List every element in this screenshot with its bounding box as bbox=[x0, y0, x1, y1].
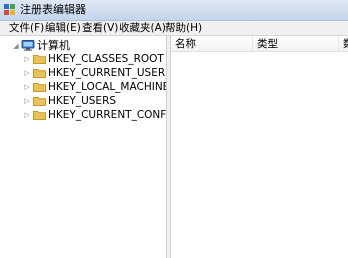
tree-item-label: HKEY_USERS bbox=[48, 95, 117, 107]
title-bar: 注册表编辑器 bbox=[0, 0, 348, 21]
tree-pane[interactable]: ◢ 计算机 ▷ HKEY_CLASSES_ROOT ▷ HKEY_CURRENT… bbox=[0, 36, 167, 258]
expand-arrow-icon[interactable]: ▷ bbox=[23, 66, 31, 80]
folder-icon bbox=[33, 55, 46, 64]
tree-item-label: HKEY_CURRENT_CONFIG bbox=[48, 109, 167, 121]
registry-editor-icon bbox=[4, 4, 15, 15]
window-title: 注册表编辑器 bbox=[20, 3, 86, 16]
value-list-pane[interactable]: 名称 类型 数 bbox=[171, 36, 348, 258]
collapse-arrow-icon[interactable]: ◢ bbox=[12, 39, 20, 53]
folder-icon bbox=[33, 83, 46, 92]
menu-bar: 文件(F) 编辑(E) 查看(V) 收藏夹(A) 帮助(H) bbox=[0, 21, 348, 36]
tree-item-label: HKEY_CLASSES_ROOT bbox=[48, 53, 164, 65]
folder-icon bbox=[33, 111, 46, 120]
tree-item-label: 计算机 bbox=[37, 39, 70, 52]
tree-item-label: HKEY_CURRENT_USER bbox=[48, 67, 166, 79]
column-header-type[interactable]: 类型 bbox=[253, 36, 339, 52]
menu-view[interactable]: 查看(V) bbox=[82, 21, 118, 35]
tree-item-hkey-current-user[interactable]: ▷ HKEY_CURRENT_USER bbox=[0, 66, 166, 80]
expand-arrow-icon[interactable]: ▷ bbox=[23, 52, 31, 66]
menu-edit[interactable]: 编辑(E) bbox=[45, 21, 81, 35]
menu-favorites[interactable]: 收藏夹(A) bbox=[119, 21, 166, 35]
menu-help[interactable]: 帮助(H) bbox=[165, 21, 202, 35]
expand-arrow-icon[interactable]: ▷ bbox=[23, 94, 31, 108]
tree-item-hkey-current-config[interactable]: ▷ HKEY_CURRENT_CONFIG bbox=[0, 108, 166, 122]
tree-item-hkey-local-machine[interactable]: ▷ HKEY_LOCAL_MACHINE bbox=[0, 80, 166, 94]
tree-item-hkey-users[interactable]: ▷ HKEY_USERS bbox=[0, 94, 166, 108]
expand-arrow-icon[interactable]: ▷ bbox=[23, 108, 31, 122]
column-header-data[interactable]: 数 bbox=[339, 36, 348, 52]
tree-item-computer[interactable]: ◢ 计算机 bbox=[0, 39, 166, 53]
expand-arrow-icon[interactable]: ▷ bbox=[23, 80, 31, 94]
computer-icon bbox=[21, 40, 35, 51]
folder-icon bbox=[33, 97, 46, 106]
folder-icon bbox=[33, 69, 46, 78]
tree-item-label: HKEY_LOCAL_MACHINE bbox=[48, 81, 167, 93]
menu-file[interactable]: 文件(F) bbox=[9, 21, 44, 35]
column-header-name[interactable]: 名称 bbox=[171, 36, 253, 52]
tree-item-hkey-classes-root[interactable]: ▷ HKEY_CLASSES_ROOT bbox=[0, 52, 166, 66]
